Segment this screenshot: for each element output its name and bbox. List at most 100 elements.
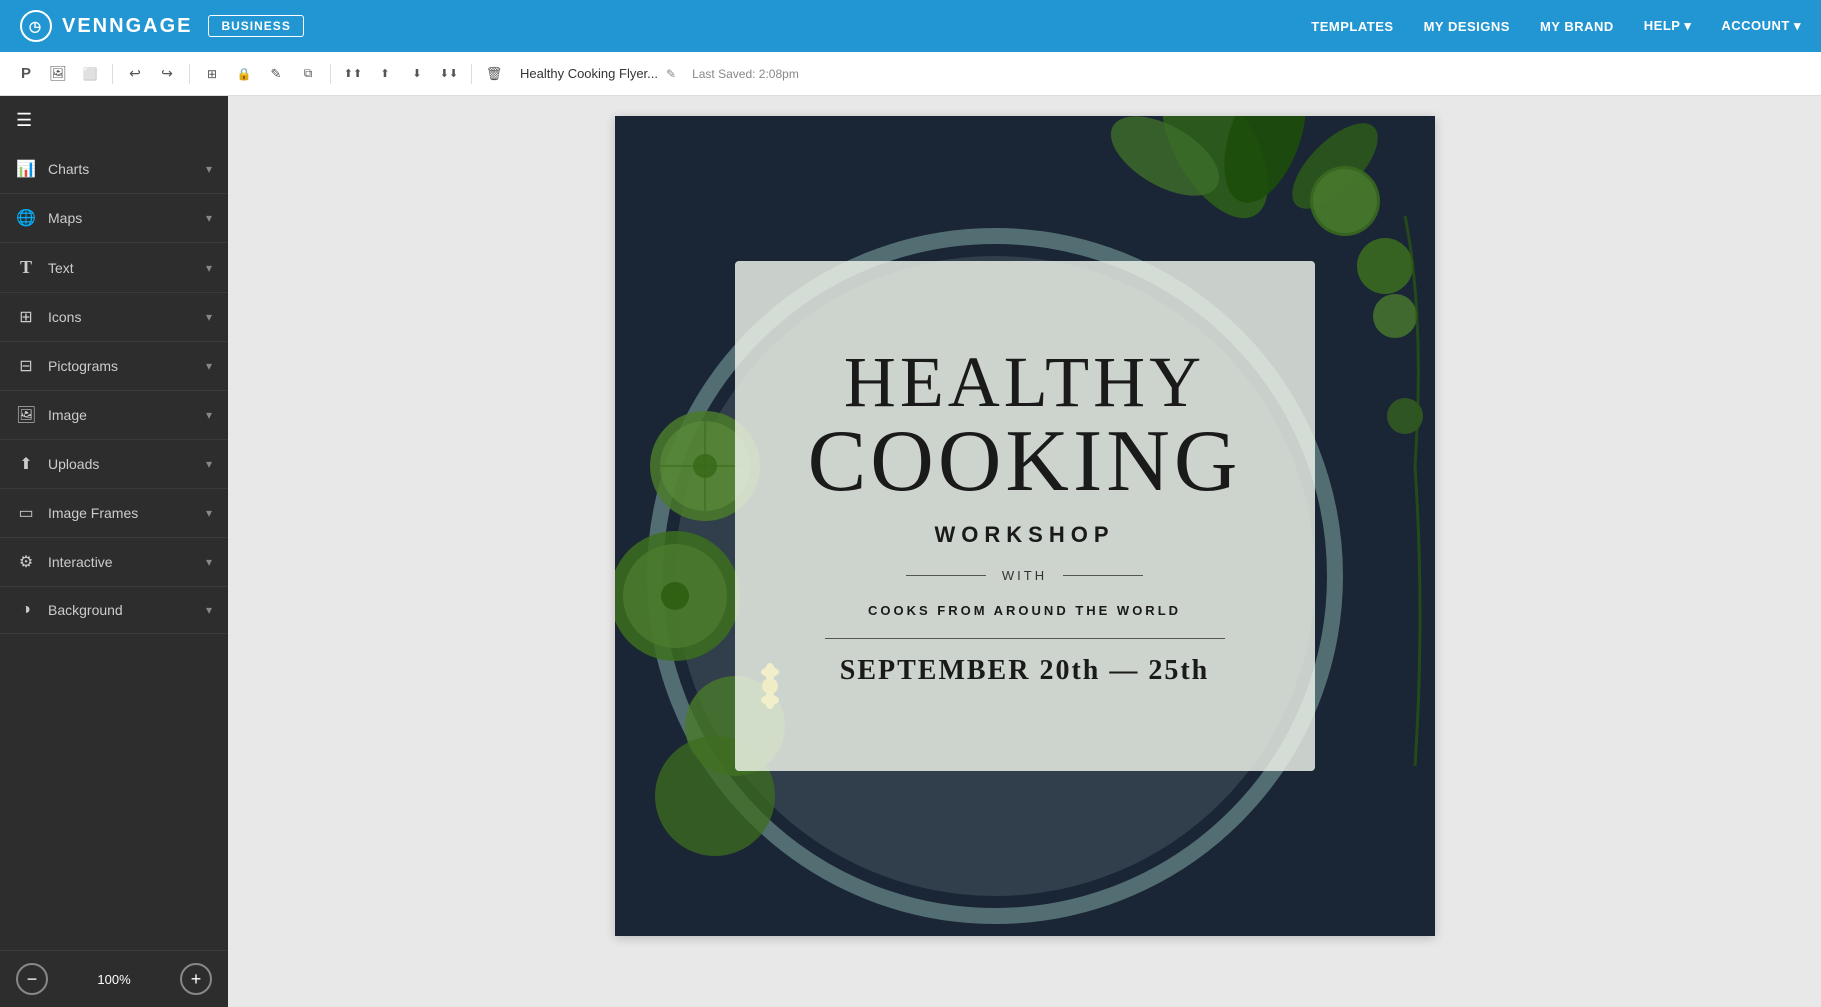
sidebar-label-interactive: Interactive bbox=[48, 554, 113, 570]
nav-templates[interactable]: TEMPLATES bbox=[1311, 19, 1393, 34]
resize-icon: ⊞ bbox=[207, 67, 217, 81]
zoom-out-button[interactable]: − bbox=[16, 963, 48, 995]
maps-icon: 🌐 bbox=[16, 208, 36, 228]
doc-title-edit-icon[interactable]: ✎ bbox=[666, 67, 676, 81]
image-upload-icon: 🖼 bbox=[49, 65, 67, 82]
sidebar-item-image[interactable]: 🖼 Image ▾ bbox=[0, 391, 228, 440]
toolbar-bring-front-btn[interactable]: ⬆⬆ bbox=[339, 60, 367, 88]
sidebar-item-charts[interactable]: 📊 Charts ▾ bbox=[0, 145, 228, 194]
toolbar-bring-up-btn[interactable]: ⬆ bbox=[371, 60, 399, 88]
sidebar-item-background[interactable]: ◑ Background ▾ bbox=[0, 587, 228, 634]
sidebar: ☰ 📊 Charts ▾ 🌐 Maps ▾ T Text ▾ bbox=[0, 96, 228, 1007]
business-badge[interactable]: BUSINESS bbox=[208, 15, 303, 37]
sidebar-label-icons: Icons bbox=[48, 309, 81, 325]
canvas-date-text: SEPTEMBER 20th — 25th bbox=[840, 655, 1210, 687]
undo-icon: ↩ bbox=[129, 65, 141, 82]
sidebar-item-image-frames[interactable]: ▭ Image Frames ▾ bbox=[0, 489, 228, 538]
image-frames-icon: ▭ bbox=[16, 503, 36, 523]
top-nav-links: TEMPLATES MY DESIGNS MY BRAND HELP ▾ ACC… bbox=[1311, 18, 1801, 34]
sidebar-label-maps: Maps bbox=[48, 210, 82, 226]
nav-account[interactable]: ACCOUNT ▾ bbox=[1721, 18, 1801, 34]
toolbar-send-back-btn[interactable]: ⬇⬇ bbox=[435, 60, 463, 88]
maps-chevron-icon: ▾ bbox=[206, 211, 212, 225]
toolbar-undo-btn[interactable]: ↩ bbox=[121, 60, 149, 88]
toolbar-sep-1 bbox=[112, 64, 113, 84]
main-area: ☰ 📊 Charts ▾ 🌐 Maps ▾ T Text ▾ bbox=[0, 96, 1821, 1007]
doc-title: Healthy Cooking Flyer... bbox=[520, 66, 658, 81]
nav-help[interactable]: HELP ▾ bbox=[1644, 18, 1692, 34]
sidebar-item-icons[interactable]: ⊞ Icons ▾ bbox=[0, 293, 228, 342]
sidebar-label-pictograms: Pictograms bbox=[48, 358, 118, 374]
sidebar-label-charts: Charts bbox=[48, 161, 89, 177]
canvas-subtitle-workshop: WORKSHOP bbox=[935, 522, 1115, 548]
nav-my-designs[interactable]: MY DESIGNS bbox=[1424, 19, 1510, 34]
hamburger-icon: ☰ bbox=[16, 110, 32, 131]
pictograms-icon: ⊟ bbox=[16, 356, 36, 376]
sidebar-label-text: Text bbox=[48, 260, 74, 276]
sidebar-label-uploads: Uploads bbox=[48, 456, 99, 472]
send-back-icon: ⬇⬇ bbox=[440, 67, 458, 80]
content-overlay-box: HEALTHY COOKING WORKSHOP WITH COOKS FROM… bbox=[735, 261, 1315, 771]
sidebar-item-text[interactable]: T Text ▾ bbox=[0, 243, 228, 293]
bring-up-icon: ⬆ bbox=[380, 67, 389, 80]
send-down-icon: ⬇ bbox=[412, 67, 421, 80]
toolbar-sep-4 bbox=[471, 64, 472, 84]
logo-p-icon: P bbox=[21, 65, 31, 82]
charts-chevron-icon: ▾ bbox=[206, 162, 212, 176]
top-navigation: ◷ VENNGAGE BUSINESS TEMPLATES MY DESIGNS… bbox=[0, 0, 1821, 52]
zoom-level-display: 100% bbox=[97, 972, 130, 987]
canvas-with-text: WITH bbox=[1002, 568, 1047, 583]
background-icon: ◑ bbox=[16, 601, 36, 619]
sidebar-item-interactive[interactable]: ⚙ Interactive ▾ bbox=[0, 538, 228, 587]
canvas-title-healthy: HEALTHY bbox=[844, 346, 1205, 418]
toolbar-redo-btn[interactable]: ↪ bbox=[153, 60, 181, 88]
divider-left bbox=[906, 575, 986, 576]
canvas-cooks-text: COOKS FROM AROUND THE WORLD bbox=[868, 603, 1181, 618]
sidebar-label-image-frames: Image Frames bbox=[48, 505, 138, 521]
toolbar-copy-btn[interactable]: ⧉ bbox=[294, 60, 322, 88]
toolbar: P 🖼 ⬜ ↩ ↪ ⊞ 🔒 ✎ ⧉ ⬆⬆ ⬆ ⬇ ⬇⬇ 🗑 Healthy Co… bbox=[0, 52, 1821, 96]
logo-icon: ◷ bbox=[20, 10, 52, 42]
sidebar-item-maps[interactable]: 🌐 Maps ▾ bbox=[0, 194, 228, 243]
interactive-icon: ⚙ bbox=[16, 552, 36, 572]
toolbar-lock-btn[interactable]: 🔒 bbox=[230, 60, 258, 88]
bring-front-icon: ⬆⬆ bbox=[344, 67, 362, 80]
toolbar-image-btn2[interactable]: ⬜ bbox=[76, 60, 104, 88]
toolbar-image-upload-btn[interactable]: 🖼 bbox=[44, 60, 72, 88]
toolbar-send-down-btn[interactable]: ⬇ bbox=[403, 60, 431, 88]
zoom-in-button[interactable]: + bbox=[180, 963, 212, 995]
icons-icon: ⊞ bbox=[16, 307, 36, 327]
pictograms-chevron-icon: ▾ bbox=[206, 359, 212, 373]
background-chevron-icon: ▾ bbox=[206, 603, 212, 617]
lock-icon: 🔒 bbox=[237, 67, 252, 81]
interactive-chevron-icon: ▾ bbox=[206, 555, 212, 569]
copy-icon: ⧉ bbox=[304, 66, 313, 81]
canvas-divider-with: WITH bbox=[775, 568, 1275, 583]
nav-my-brand[interactable]: MY BRAND bbox=[1540, 19, 1614, 34]
design-canvas: HEALTHY COOKING WORKSHOP WITH COOKS FROM… bbox=[615, 116, 1435, 936]
canvas-date-divider bbox=[825, 638, 1225, 639]
uploads-chevron-icon: ▾ bbox=[206, 457, 212, 471]
image-icon: 🖼 bbox=[16, 405, 36, 425]
image-frames-chevron-icon: ▾ bbox=[206, 506, 212, 520]
sidebar-menu-icon[interactable]: ☰ bbox=[0, 96, 228, 145]
text-icon: T bbox=[16, 257, 36, 278]
toolbar-logo-btn[interactable]: P bbox=[12, 60, 40, 88]
edit-icon: ✎ bbox=[271, 66, 282, 82]
toolbar-resize-btn[interactable]: ⊞ bbox=[198, 60, 226, 88]
logo-area[interactable]: ◷ VENNGAGE bbox=[20, 10, 192, 42]
text-chevron-icon: ▾ bbox=[206, 261, 212, 275]
image-icon2: ⬜ bbox=[83, 67, 98, 81]
toolbar-delete-btn[interactable]: 🗑 bbox=[480, 60, 508, 88]
sidebar-item-pictograms[interactable]: ⊟ Pictograms ▾ bbox=[0, 342, 228, 391]
toolbar-sep-2 bbox=[189, 64, 190, 84]
toolbar-edit-btn[interactable]: ✎ bbox=[262, 60, 290, 88]
toolbar-sep-3 bbox=[330, 64, 331, 84]
divider-right bbox=[1063, 575, 1143, 576]
last-saved: Last Saved: 2:08pm bbox=[692, 67, 799, 81]
sidebar-label-background: Background bbox=[48, 602, 123, 618]
canvas-area[interactable]: HEALTHY COOKING WORKSHOP WITH COOKS FROM… bbox=[228, 96, 1821, 1007]
sidebar-item-uploads[interactable]: ⬆ Uploads ▾ bbox=[0, 440, 228, 489]
app-name: VENNGAGE bbox=[62, 15, 192, 38]
zoom-controls: − 100% + bbox=[0, 950, 228, 1007]
